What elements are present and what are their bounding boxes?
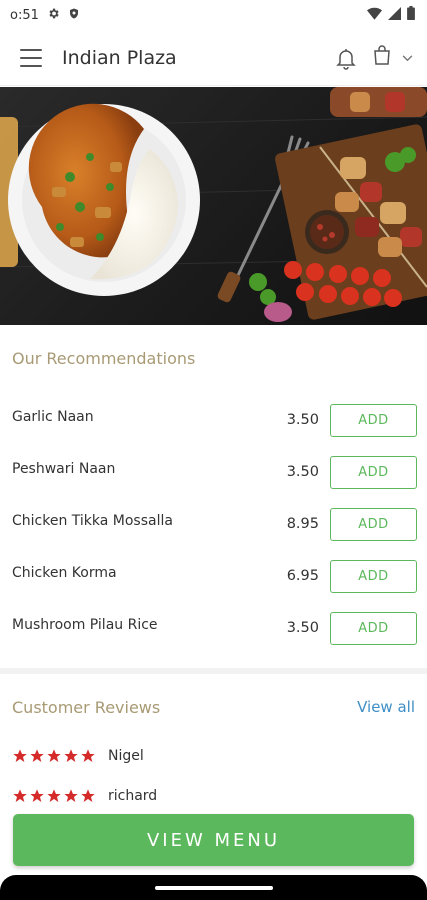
review-item: richard: [12, 788, 157, 804]
home-gesture-handle[interactable]: [155, 886, 273, 890]
basket-dropdown[interactable]: [372, 44, 413, 71]
list-item: Mushroom Pilau Rice 3.50 ADD: [0, 602, 427, 654]
notification-bell-icon[interactable]: [334, 46, 358, 70]
add-button[interactable]: ADD: [330, 559, 417, 593]
chevron-down-icon: [402, 49, 413, 67]
item-price: 3.50: [286, 620, 319, 636]
section-divider: [0, 668, 427, 674]
settings-gear-icon: [47, 7, 60, 24]
status-bar: o:51: [0, 0, 427, 30]
star-icon: [47, 789, 61, 802]
app-bar: Indian Plaza: [0, 30, 427, 86]
list-item: Chicken Tikka Mossalla 8.95 ADD: [0, 498, 427, 550]
status-time: o:51: [10, 7, 39, 23]
star-icon: [64, 789, 78, 802]
item-price: 6.95: [286, 568, 319, 584]
star-icon: [13, 789, 27, 802]
signal-icon: [388, 6, 401, 24]
item-name: Peshwari Naan: [12, 461, 116, 477]
item-name: Garlic Naan: [12, 409, 94, 425]
add-button[interactable]: ADD: [330, 611, 417, 645]
star-icon: [13, 749, 27, 762]
star-icon: [64, 749, 78, 762]
recommendations-title: Our Recommendations: [12, 349, 196, 368]
restaurant-title: Indian Plaza: [62, 46, 177, 69]
add-button[interactable]: ADD: [330, 507, 417, 541]
star-icon: [47, 749, 61, 762]
reviewer-name: Nigel: [108, 748, 144, 764]
view-menu-button[interactable]: VIEW MENU: [13, 814, 414, 866]
wifi-icon: [367, 7, 382, 24]
recommendations-list: Garlic Naan 3.50 ADD Peshwari Naan 3.50 …: [0, 394, 427, 654]
item-name: Chicken Tikka Mossalla: [12, 513, 173, 529]
star-icon: [81, 789, 95, 802]
list-item: Peshwari Naan 3.50 ADD: [0, 446, 427, 498]
item-price: 8.95: [286, 516, 319, 532]
add-button[interactable]: ADD: [330, 403, 417, 437]
item-price: 3.50: [286, 412, 319, 428]
star-rating: [12, 788, 96, 804]
star-icon: [30, 749, 44, 762]
reviews-title: Customer Reviews: [12, 698, 161, 717]
view-all-link[interactable]: View all: [357, 698, 415, 716]
shield-icon: [68, 7, 80, 24]
star-rating: [12, 748, 96, 764]
shopping-bag-icon: [372, 44, 392, 71]
reviewer-name: richard: [108, 788, 158, 804]
menu-icon[interactable]: [20, 48, 42, 67]
add-button[interactable]: ADD: [330, 455, 417, 489]
battery-icon: [407, 6, 415, 24]
list-item: Garlic Naan 3.50 ADD: [0, 394, 427, 446]
item-name: Mushroom Pilau Rice: [12, 617, 158, 633]
item-name: Chicken Korma: [12, 565, 117, 581]
star-icon: [81, 749, 95, 762]
star-icon: [30, 789, 44, 802]
list-item: Chicken Korma 6.95 ADD: [0, 550, 427, 602]
review-item: Nigel: [12, 748, 144, 764]
system-navigation-bar: [0, 875, 427, 900]
hero-food-image: [0, 87, 427, 325]
item-price: 3.50: [286, 464, 319, 480]
